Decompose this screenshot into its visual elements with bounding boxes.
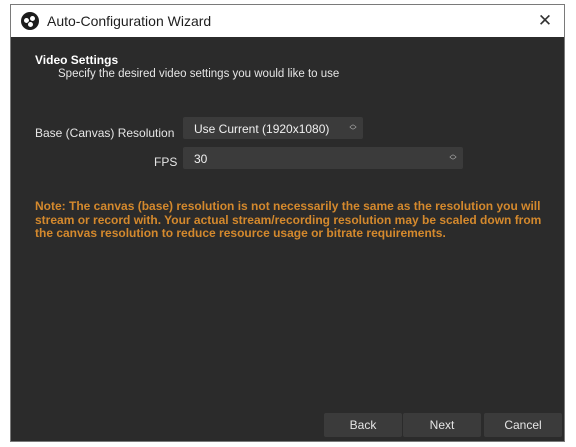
fps-label: FPS: [154, 155, 178, 169]
page-subtitle: Specify the desired video settings you w…: [58, 68, 340, 80]
window-title: Auto-Configuration Wizard: [47, 13, 212, 29]
close-button[interactable]: ✕: [532, 8, 558, 34]
page-title: Video Settings: [35, 53, 119, 67]
next-button[interactable]: Next: [403, 413, 481, 437]
back-button[interactable]: Back: [324, 413, 402, 437]
up-down-chevron-icon: ︿ ﹀: [349, 121, 357, 135]
title-bar: Auto-Configuration Wizard ✕: [11, 5, 564, 37]
fps-value: 30: [194, 152, 208, 166]
resolution-value: Use Current (1920x1080): [194, 122, 330, 136]
resolution-note: Note: The canvas (base) resolution is no…: [35, 199, 542, 240]
cancel-button[interactable]: Cancel: [484, 413, 562, 437]
wizard-window: Auto-Configuration Wizard ✕ Video Settin…: [10, 4, 565, 442]
up-down-chevron-icon: ︿ ﹀: [449, 151, 457, 165]
resolution-label: Base (Canvas) Resolution: [35, 126, 175, 140]
fps-select[interactable]: 30 ︿ ﹀: [183, 147, 463, 169]
wizard-content: Video Settings Specify the desired video…: [11, 38, 564, 441]
resolution-select[interactable]: Use Current (1920x1080) ︿ ﹀: [183, 117, 363, 139]
obs-logo-icon: [21, 12, 39, 30]
